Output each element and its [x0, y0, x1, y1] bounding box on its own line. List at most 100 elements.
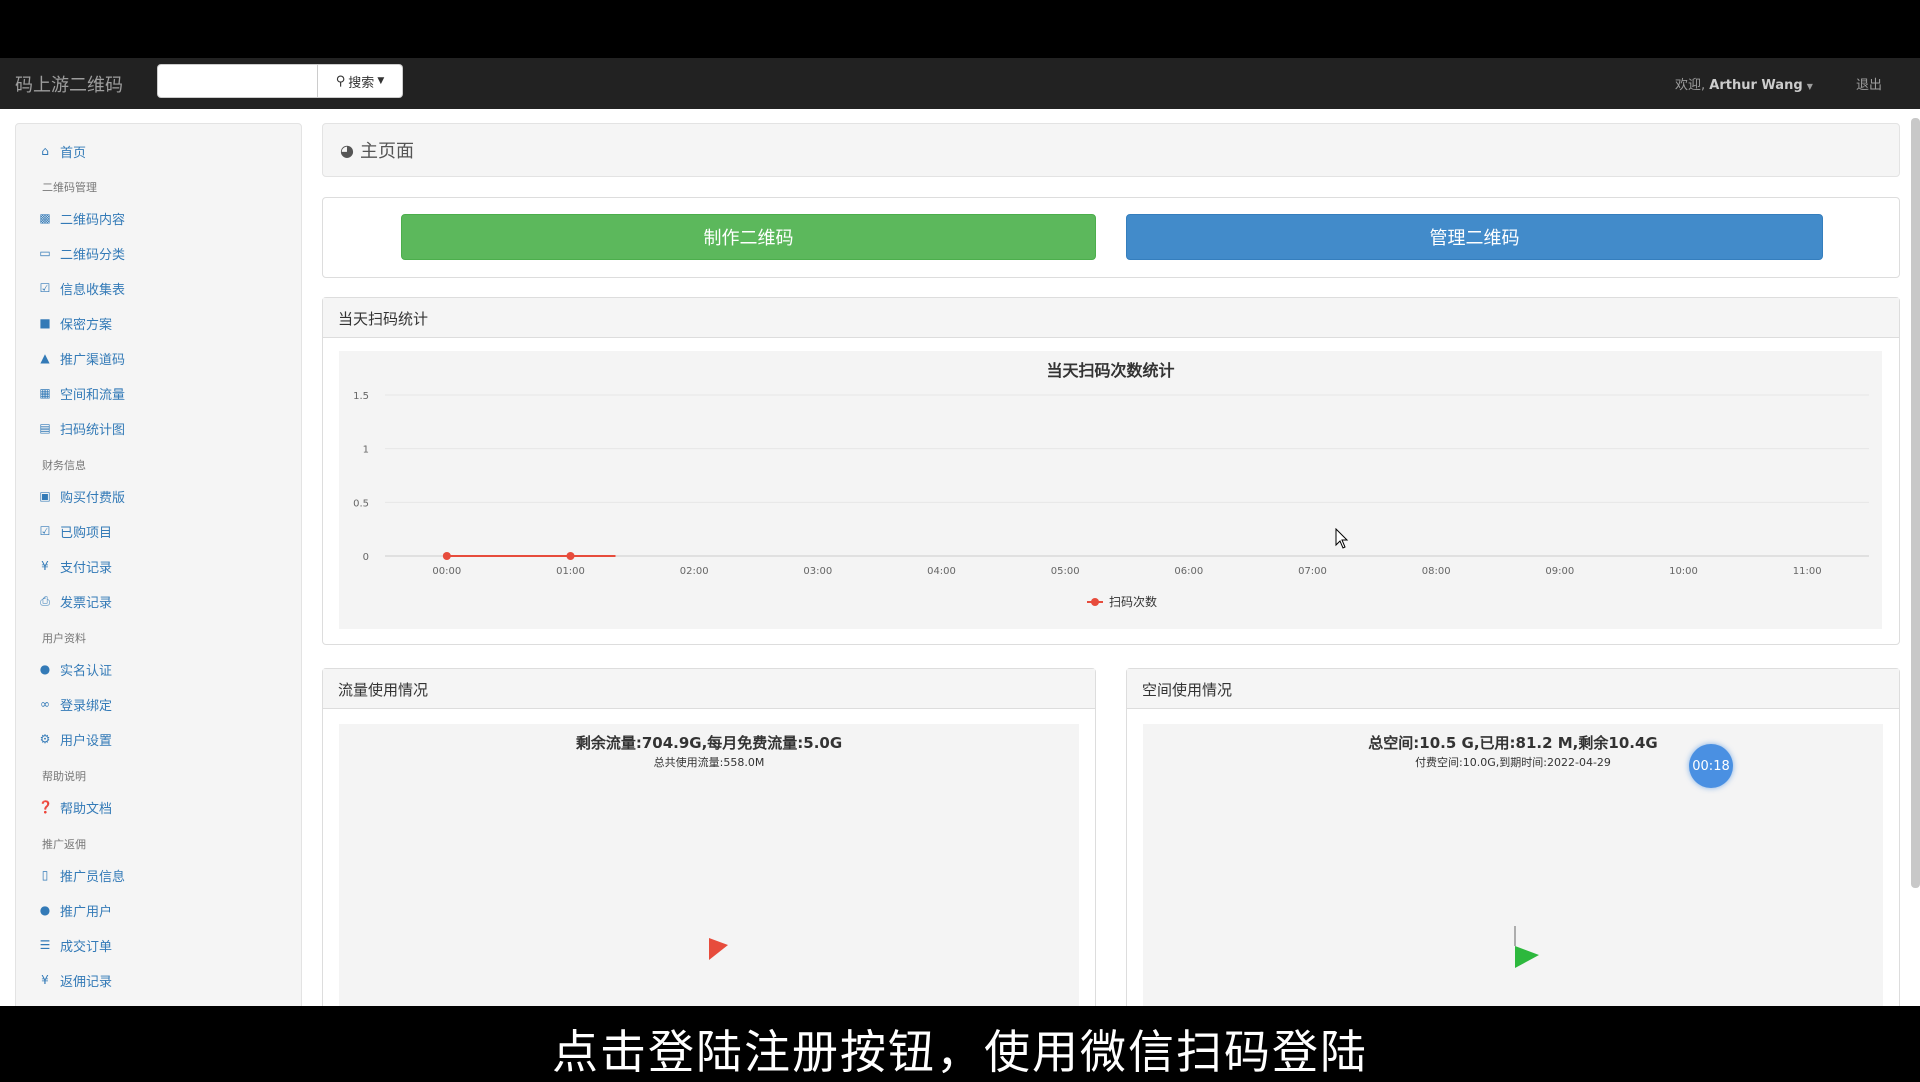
check-square-icon: ☑ [39, 524, 51, 538]
x-tick-label: 01:00 [556, 566, 585, 577]
sidebar-item-invoice-records[interactable]: ⎙ 发票记录 [38, 589, 112, 613]
y-tick-label: 1 [363, 445, 369, 456]
x-tick-label: 08:00 [1422, 566, 1451, 577]
search-input[interactable] [157, 64, 318, 98]
sidebar: ⌂ 首页 二维码管理 ▩ 二维码内容 ▭ 二维码分类 ☑ 信息收集表 ■ 保密方… [15, 123, 302, 1006]
print-icon: ⎙ [40, 593, 50, 608]
cog-icon: ⚙ [39, 732, 51, 746]
sidebar-item-promo-channel[interactable]: ▲ 推广渠道码 [38, 346, 125, 370]
x-tick-label: 10:00 [1669, 566, 1698, 577]
sidebar-item-info-form[interactable]: ☑ 信息收集表 [38, 276, 125, 300]
sidebar-item-user-settings[interactable]: ⚙ 用户设置 [38, 727, 112, 751]
sidebar-item-purchased[interactable]: ☑ 已购项目 [38, 519, 112, 543]
x-tick-label: 11:00 [1793, 566, 1822, 577]
question-icon: ❓ [38, 800, 53, 814]
sidebar-item-label: 成交订单 [60, 939, 113, 955]
logout-link[interactable]: 退出 [1856, 74, 1882, 93]
page-title: ◕ 主页面 [322, 123, 1900, 177]
mouse-cursor-icon [1335, 528, 1349, 549]
traffic-chart: 剩余流量:704.9G,每月免费流量:5.0G 总共使用流量:558.0M [339, 724, 1079, 1006]
line-chart-svg: 0 0.5 1 1.5 00:00 01:00 02:00 03:00 04:00 05:00 06… [353, 391, 1869, 609]
user-icon: ● [39, 662, 51, 676]
sidebar-item-scan-chart[interactable]: ▤ 扫码统计图 [38, 416, 125, 440]
dashboard-icon: ◕ [340, 140, 354, 160]
sidebar-item-label: 支付记录 [60, 560, 113, 576]
scan-stats-panel: 当天扫码统计 当天扫码次数统计 0 0.5 1 1.5 00:00 01:00 02:00 0… [322, 297, 1900, 645]
x-tick-label: 00:00 [432, 566, 461, 577]
video-frame: 码上游二维码 ⚲ 搜索 ▼ 欢迎, Arthur Wang ▼ 退出 ⌂ 首页 … [0, 0, 1920, 1080]
list-icon: ☰ [39, 938, 51, 952]
traffic-pie-slice [709, 938, 728, 960]
sidebar-header-qrcode: 二维码管理 [42, 181, 97, 194]
sidebar-item-label: 推广用户 [60, 904, 113, 920]
data-point [442, 552, 451, 560]
search-button[interactable]: ⚲ 搜索 ▼ [318, 64, 403, 98]
traffic-panel: 流量使用情况 剩余流量:704.9G,每月免费流量:5.0G 总共使用流量:55… [322, 668, 1096, 1006]
file-icon: ▯ [41, 868, 49, 882]
y-tick-label: 1.5 [353, 391, 369, 402]
x-tick-label: 09:00 [1545, 566, 1574, 577]
search-icon: ⚲ [335, 73, 346, 89]
caret-down-icon: ▼ [377, 76, 385, 86]
x-tick-label: 02:00 [680, 566, 709, 577]
x-tick-label: 05:00 [1051, 566, 1080, 577]
sidebar-item-orders[interactable]: ☰ 成交订单 [38, 933, 112, 957]
space-panel: 空间使用情况 总空间:10.5 G,已用:81.2 M,剩余10.4G 付费空间… [1126, 668, 1900, 1006]
space-pie-svg [1514, 926, 1539, 968]
sidebar-item-label: 推广渠道码 [60, 352, 126, 368]
sidebar-item-label: 发票记录 [60, 595, 113, 611]
bar-chart-icon: ▤ [39, 421, 51, 435]
sidebar-header-help: 帮助说明 [42, 770, 86, 783]
sidebar-item-space-traffic[interactable]: ▦ 空间和流量 [38, 381, 125, 405]
sidebar-item-promoter-info[interactable]: ▯ 推广员信息 [38, 863, 125, 887]
grid-icon: ▦ [39, 386, 51, 400]
data-point [566, 552, 575, 560]
checkbox-icon: ☑ [39, 281, 51, 295]
browser-screen: 码上游二维码 ⚲ 搜索 ▼ 欢迎, Arthur Wang ▼ 退出 ⌂ 首页 … [0, 58, 1920, 1006]
legend-marker [1091, 598, 1099, 606]
x-tick-label: 04:00 [927, 566, 956, 577]
panel-heading: 当天扫码统计 [323, 298, 1899, 338]
sidebar-item-help-docs[interactable]: ❓ 帮助文档 [38, 795, 112, 819]
sidebar-item-login-binding[interactable]: ∞ 登录绑定 [38, 692, 112, 716]
sitemap-icon: ▲ [40, 351, 50, 365]
sidebar-item-buy-paid[interactable]: ▣ 购买付费版 [38, 484, 125, 508]
sidebar-item-label: 扫码统计图 [60, 422, 126, 438]
y-tick-label: 0.5 [353, 498, 369, 509]
sidebar-item-label: 信息收集表 [60, 282, 126, 298]
sidebar-header-user: 用户资料 [42, 632, 86, 645]
qrcode-icon: ▩ [39, 211, 51, 225]
sidebar-item-label: 首页 [60, 145, 87, 161]
sidebar-item-payment-records[interactable]: ¥ 支付记录 [38, 554, 112, 578]
sidebar-item-qrcode-content[interactable]: ▩ 二维码内容 [38, 206, 125, 230]
sidebar-header-finance: 财务信息 [42, 459, 86, 472]
page-scrollbar[interactable] [1911, 118, 1920, 888]
manage-qrcode-button[interactable]: 管理二维码 [1126, 214, 1823, 260]
link-icon: ∞ [40, 697, 50, 711]
sidebar-item-label: 购买付费版 [60, 490, 126, 506]
sidebar-item-label: 空间和流量 [60, 387, 126, 403]
welcome-menu[interactable]: 欢迎, Arthur Wang ▼ [1675, 74, 1813, 93]
space-chart: 总空间:10.5 G,已用:81.2 M,剩余10.4G 付费空间:10.0G,… [1143, 724, 1883, 1006]
user-icon: ● [39, 903, 51, 917]
x-tick-label: 03:00 [803, 566, 832, 577]
home-icon: ⌂ [41, 144, 49, 158]
sidebar-item-realname[interactable]: ● 实名认证 [38, 657, 112, 681]
sidebar-item-promo-users[interactable]: ● 推广用户 [38, 898, 112, 922]
sidebar-item-commission-records[interactable]: ¥ 返佣记录 [38, 968, 112, 992]
sidebar-item-label: 帮助文档 [60, 801, 113, 817]
top-navbar: 码上游二维码 ⚲ 搜索 ▼ 欢迎, Arthur Wang ▼ 退出 [0, 58, 1920, 109]
panel-heading: 空间使用情况 [1127, 669, 1899, 709]
sidebar-item-home[interactable]: ⌂ 首页 [38, 139, 86, 163]
sidebar-item-security-plan[interactable]: ■ 保密方案 [38, 311, 112, 335]
make-qrcode-button[interactable]: 制作二维码 [401, 214, 1096, 260]
brand-logo[interactable]: 码上游二维码 [15, 71, 123, 97]
sidebar-item-qrcode-category[interactable]: ▭ 二维码分类 [38, 241, 125, 265]
sidebar-item-label: 用户设置 [60, 733, 113, 749]
sidebar-item-label: 返佣记录 [60, 974, 113, 990]
sidebar-item-label: 已购项目 [60, 525, 113, 541]
x-tick-label: 06:00 [1174, 566, 1203, 577]
folder-icon: ▭ [39, 246, 51, 260]
panel-heading: 流量使用情况 [323, 669, 1095, 709]
sidebar-item-label: 登录绑定 [60, 698, 113, 714]
